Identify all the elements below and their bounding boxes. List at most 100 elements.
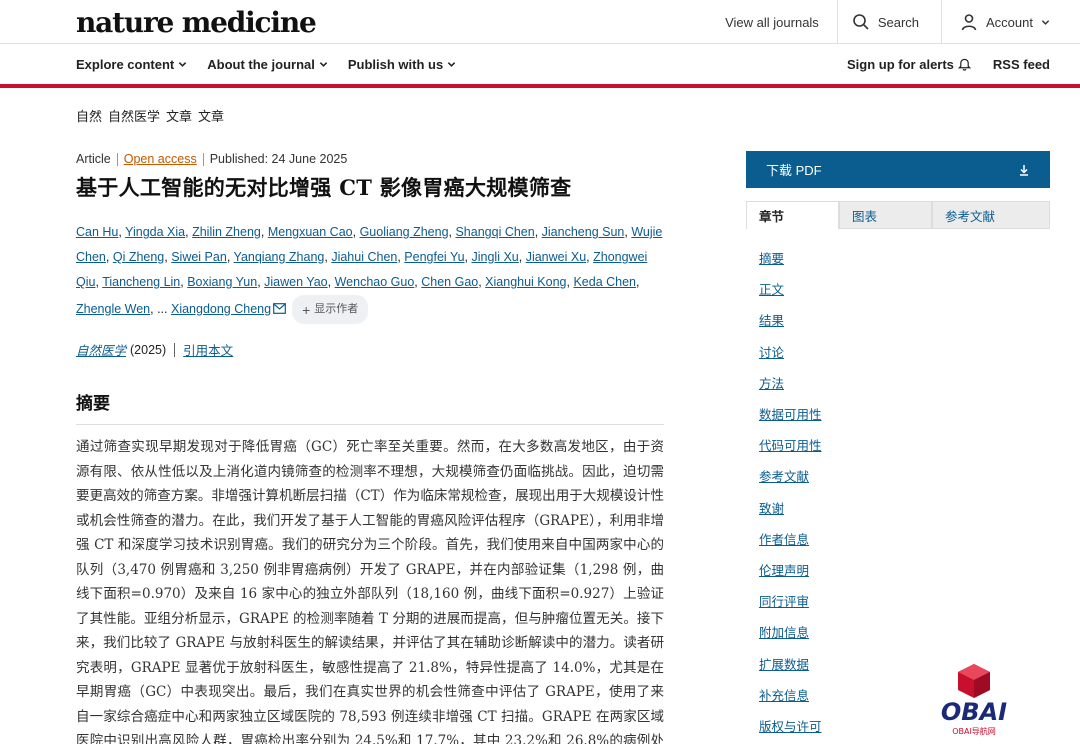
cite-article-link[interactable]: 引用本文	[183, 340, 233, 359]
author-link[interactable]: Jingli Xu	[472, 250, 519, 264]
toc-item[interactable]: 讨论	[759, 336, 822, 367]
nav-menu: Explore content About the journal Publis…	[76, 44, 456, 84]
breadcrumb-item[interactable]: 文章	[166, 106, 192, 125]
published-date: Published: 24 June 2025	[209, 152, 348, 166]
meta-divider	[202, 152, 204, 166]
toc-item[interactable]: 数据可用性	[759, 398, 822, 429]
article-title: 基于人工智能的无对比增强 CT 影像胃癌大规模筛查	[76, 175, 572, 200]
journal-logo[interactable]: nature medicine	[76, 6, 317, 39]
tab-references-label: 参考文献	[945, 209, 996, 224]
watermark-text: OBAI	[941, 698, 1007, 726]
breadcrumb-item[interactable]: 自然医学	[108, 106, 160, 125]
toc-item[interactable]: 作者信息	[759, 523, 822, 554]
nav-right: Sign up for alerts RSS feed	[847, 44, 1050, 84]
breadcrumb-item[interactable]: 自然	[76, 106, 102, 125]
tab-references[interactable]: 参考文献	[932, 201, 1050, 229]
show-authors-button[interactable]: + 显示作者	[292, 295, 369, 324]
abstract-text: 通过筛查实现早期发现对于降低胃癌（GC）死亡率至关重要。然而，在大多数高发地区，…	[76, 439, 664, 744]
publication-year: (2025)	[130, 342, 167, 357]
chevron-down-icon	[448, 61, 456, 67]
toc-item[interactable]: 参考文献	[759, 460, 822, 491]
toc-item[interactable]: 代码可用性	[759, 429, 822, 460]
journal-name-link[interactable]: 自然医学	[76, 340, 126, 359]
download-pdf-button[interactable]: 下载 PDF	[746, 151, 1050, 188]
author-link[interactable]: Boxiang Yun	[187, 275, 257, 289]
author-link[interactable]: Pengfei Yu	[404, 250, 464, 264]
author-link[interactable]: Keda Chen	[573, 275, 636, 289]
toc-item[interactable]: 扩展数据	[759, 647, 822, 678]
author-link[interactable]: Wenchao Guo	[335, 275, 415, 289]
search-button[interactable]: Search	[836, 0, 941, 44]
abstract-heading: 摘要	[76, 389, 664, 425]
user-icon	[961, 14, 977, 31]
author-link[interactable]: Qi Zheng	[113, 250, 164, 264]
account-label: Account	[986, 14, 1033, 30]
obai-watermark-logo: OBAI OBAI导航网	[941, 664, 1007, 736]
article-type: Article	[76, 152, 111, 166]
nav-about-journal[interactable]: About the journal	[207, 57, 328, 72]
chevron-down-icon	[179, 61, 187, 67]
toc-item[interactable]: 摘要	[759, 242, 822, 273]
author-link[interactable]: Zhengle Wen	[76, 302, 150, 316]
toc-item[interactable]: 补充信息	[759, 679, 822, 710]
nav-explore-content[interactable]: Explore content	[76, 57, 187, 72]
chevron-down-icon	[319, 61, 328, 67]
toc-item[interactable]: 方法	[759, 367, 822, 398]
open-access-link[interactable]: Open access	[124, 152, 197, 166]
mail-icon[interactable]	[273, 302, 286, 314]
bell-icon	[957, 58, 971, 71]
article-main: Article Open access Published: 24 June 2…	[76, 150, 664, 744]
author-link[interactable]: Chen Gao	[421, 275, 478, 289]
nav-explore-label: Explore content	[76, 56, 175, 72]
tab-sections[interactable]: 章节	[746, 201, 839, 229]
chevron-down-icon	[1041, 19, 1050, 25]
author-link[interactable]: Yanqiang Zhang	[234, 250, 325, 264]
toc-item[interactable]: 致谢	[759, 492, 822, 523]
view-all-journals-link[interactable]: View all journals	[707, 0, 837, 44]
alerts-label: Sign up for alerts	[847, 56, 954, 72]
plus-icon: +	[302, 301, 311, 318]
watermark-subtext: OBAI导航网	[952, 726, 996, 736]
author-link[interactable]: Shangqi Chen	[455, 225, 534, 239]
nav-publish-with-us[interactable]: Publish with us	[348, 57, 456, 72]
download-icon	[1020, 164, 1028, 176]
search-label: Search	[877, 14, 920, 30]
breadcrumb-item: 文章	[198, 109, 225, 124]
author-link[interactable]: Xianghui Kong	[485, 275, 566, 289]
view-all-journals-label: View all journals	[725, 14, 819, 30]
top-right-links: View all journals Search Account	[707, 0, 1080, 44]
author-link[interactable]: Jiancheng Sun	[542, 225, 625, 239]
author-list: Can Hu, Yingda Xia, Zhilin Zheng, Mengxu…	[76, 220, 664, 324]
toc-item[interactable]: 同行评审	[759, 585, 822, 616]
main-nav: Explore content About the journal Publis…	[0, 44, 1080, 88]
author-link[interactable]: Guoliang Zheng	[360, 225, 449, 239]
tab-figures-label: 图表	[852, 209, 878, 224]
author-link[interactable]: Mengxuan Cao	[268, 225, 353, 239]
citation-divider	[174, 342, 176, 357]
rss-feed-link[interactable]: RSS feed	[993, 57, 1050, 72]
toc-item[interactable]: 伦理声明	[759, 554, 822, 585]
author-link[interactable]: Jianwei Xu	[526, 250, 586, 264]
toc-item[interactable]: 正文	[759, 273, 822, 304]
author-link[interactable]: Siwei Pan	[171, 250, 227, 264]
author-link[interactable]: Jiawen Yao	[264, 275, 327, 289]
corresponding-author-link[interactable]: Xiangdong Cheng	[171, 302, 271, 316]
toc-item[interactable]: 版权与许可	[759, 710, 822, 741]
top-bar: nature medicine View all journals Search…	[0, 0, 1080, 44]
account-button[interactable]: Account	[941, 0, 1080, 44]
author-link[interactable]: Jiahui Chen	[331, 250, 397, 264]
author-link[interactable]: Can Hu	[76, 225, 118, 239]
author-link[interactable]: Zhilin Zheng	[192, 225, 261, 239]
author-link[interactable]: Tiancheng Lin	[102, 275, 180, 289]
meta-divider	[116, 152, 118, 166]
breadcrumb: 自然 自然医学 文章 文章	[76, 106, 224, 125]
toc-item[interactable]: 结果	[759, 304, 822, 335]
search-icon	[853, 14, 869, 30]
author-ellipsis: ...	[157, 301, 171, 316]
toc-item[interactable]: 附加信息	[759, 616, 822, 647]
author-link[interactable]: Yingda Xia	[125, 225, 185, 239]
sign-up-alerts-link[interactable]: Sign up for alerts	[847, 57, 971, 72]
nav-publish-label: Publish with us	[347, 56, 444, 72]
tab-figures[interactable]: 图表	[839, 201, 932, 229]
sidebar-tabs: 章节 图表 参考文献	[746, 201, 1050, 229]
